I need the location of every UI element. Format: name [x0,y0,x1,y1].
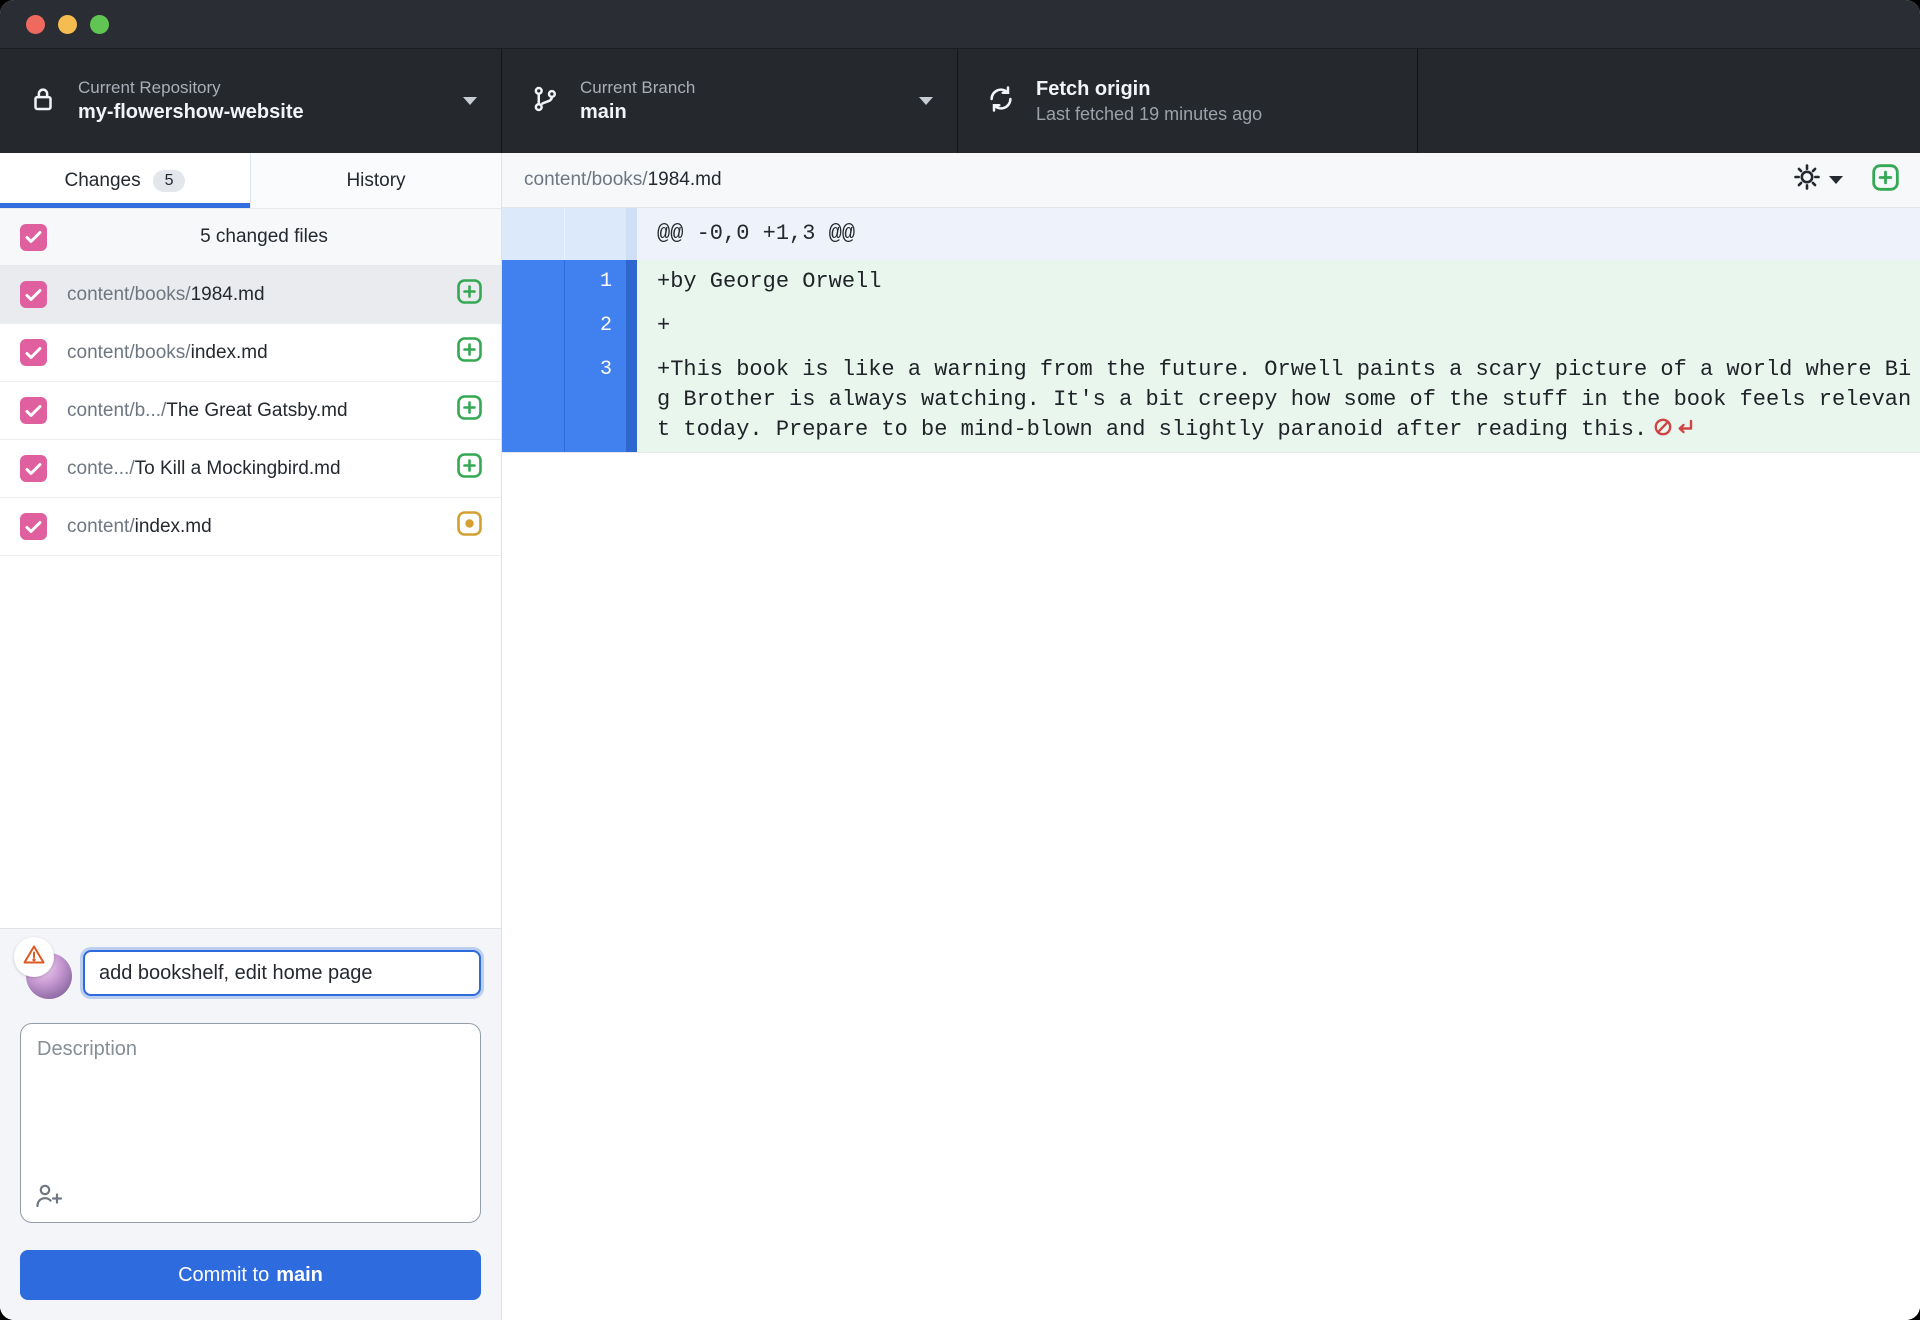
file-path: content/books/1984.md [67,283,265,305]
avatar-area [14,937,83,999]
github-desktop-window: Current Repository my-flowershow-website… [0,0,1920,1320]
tab-history-label: History [346,169,406,191]
repository-selector[interactable]: Current Repository my-flowershow-website [0,49,502,153]
no-newline-icon [1653,416,1697,438]
diff-empty-area [502,452,1920,1320]
fetch-origin-button[interactable]: Fetch origin Last fetched 19 minutes ago [958,49,1418,153]
close-button[interactable] [26,14,45,34]
file-path: content/b.../The Great Gatsby.md [67,399,348,421]
diff-file-path: content/books/1984.md [524,169,722,190]
file-row-1984[interactable]: content/books/1984.md [0,266,501,324]
minimize-button[interactable] [58,14,77,34]
file-path: content/index.md [67,515,212,537]
added-status-icon [456,452,483,485]
gear-icon [1792,162,1822,198]
file-checkbox[interactable] [20,455,47,482]
file-path: conte.../To Kill a Mockingbird.md [67,457,341,479]
hunk-header-text: @@ -0,0 +1,3 @@ [637,208,1920,260]
commit-summary-input[interactable] [83,950,481,996]
diff-options-button[interactable] [1788,158,1847,202]
file-checkbox[interactable] [20,339,47,366]
select-all-checkbox[interactable] [20,223,47,251]
tab-changes-label: Changes [64,169,141,191]
tab-changes[interactable]: Changes 5 [0,153,250,208]
zoom-button[interactable] [90,14,109,34]
added-status-icon [456,394,483,427]
file-checkbox[interactable] [20,513,47,540]
diff-pane: content/books/1984.md @@ -0,0 +1,3 @@ 1 … [502,153,1920,1320]
diff-line-3[interactable]: 3 +This book is like a warning from the … [502,348,1920,452]
file-checkbox[interactable] [20,281,47,308]
traffic-lights [26,14,109,34]
fetch-subtitle: Last fetched 19 minutes ago [1036,103,1263,124]
file-row-index[interactable]: content/index.md [0,498,501,556]
select-all-row: 5 changed files [0,208,501,266]
sidebar-tabs: Changes 5 History [0,153,501,208]
diff-line-2[interactable]: 2 + [502,304,1920,348]
old-line-number [502,260,564,304]
changes-count-badge: 5 [152,169,186,192]
new-line-number: 2 [564,304,626,348]
warning-badge[interactable] [14,937,54,977]
branch-selector[interactable]: Current Branch main [502,49,958,153]
commit-button[interactable]: Commit to main [20,1250,481,1300]
hunk-header-row[interactable]: @@ -0,0 +1,3 @@ [502,208,1920,260]
old-line-number [502,304,564,348]
diff-line-1[interactable]: 1 +by George Orwell [502,260,1920,304]
git-branch-icon [530,84,560,119]
modified-status-icon [456,510,483,543]
lock-icon [28,84,58,119]
file-checkbox[interactable] [20,397,47,424]
fetch-title: Fetch origin [1036,77,1151,100]
file-row-great-gatsby[interactable]: content/b.../The Great Gatsby.md [0,382,501,440]
sidebar-empty-space [0,556,501,928]
warning-icon [22,943,46,972]
sync-icon [986,84,1016,119]
branch-label: Current Branch [580,78,696,97]
chevron-down-icon [463,97,477,105]
commit-panel: Commit to main [0,928,501,1320]
expand-diff-button[interactable] [1871,163,1900,198]
titlebar [0,0,1920,49]
diff-line-text: +by George Orwell [637,260,1920,304]
plus-square-icon [1871,163,1900,198]
file-path: content/books/index.md [67,341,268,363]
commit-button-prefix: Commit to [178,1263,270,1286]
repository-name: my-flowershow-website [78,101,304,123]
added-status-icon [456,278,483,311]
chevron-down-icon [919,97,933,105]
changed-files-summary: 5 changed files [200,226,328,247]
old-line-number [502,348,564,452]
changed-file-list: content/books/1984.md content/books/inde… [0,266,501,556]
chevron-down-icon [1829,176,1843,184]
added-status-icon [456,336,483,369]
file-row-books-index[interactable]: content/books/index.md [0,324,501,382]
diff-line-text: + [637,304,1920,348]
file-row-mockingbird[interactable]: conte.../To Kill a Mockingbird.md [0,440,501,498]
add-coauthor-icon[interactable] [34,1181,64,1214]
commit-description-input[interactable] [20,1023,481,1223]
toolbar: Current Repository my-flowershow-website… [0,49,1920,153]
tab-history[interactable]: History [250,153,501,208]
commit-button-branch: main [276,1263,323,1286]
diff-line-text: +This book is like a warning from the fu… [637,348,1920,452]
diff-file-header: content/books/1984.md [502,153,1920,208]
branch-name: main [580,101,627,123]
new-line-number: 1 [564,260,626,304]
new-line-number: 3 [564,348,626,452]
sidebar: Changes 5 History 5 changed files conten… [0,153,502,1320]
diff-view: @@ -0,0 +1,3 @@ 1 +by George Orwell 2 + [502,208,1920,1320]
repository-label: Current Repository [78,78,221,97]
